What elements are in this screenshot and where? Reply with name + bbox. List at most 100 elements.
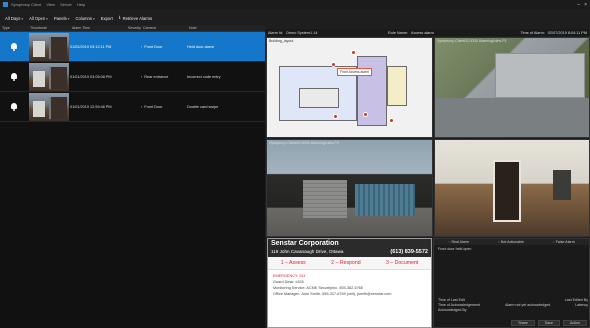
alarm-time-group: Time of Alarm: 02/07/2019 8:04:11 PM — [473, 31, 587, 35]
col-note[interactable]: Note — [187, 26, 265, 30]
table-header: Type Thumbnail Alarm Time Severity Camer… — [0, 25, 265, 32]
save-button[interactable]: Save — [537, 320, 560, 326]
table-row[interactable]: 01/02/2019 03:12:11 PM › Front Door Held … — [0, 32, 265, 62]
storage-containers — [355, 184, 415, 216]
ack-state: Latency — [575, 303, 588, 307]
share-button[interactable]: Share — [511, 320, 535, 326]
camera-marker-icon[interactable] — [389, 118, 394, 123]
export-button[interactable]: Export — [101, 16, 113, 21]
step-respond: 2 – Respond — [331, 260, 361, 266]
floor-plan-pane[interactable]: Building_layout Front Access alarm — [266, 37, 433, 138]
col-type[interactable]: Type — [0, 26, 28, 30]
alarm-thumbnail[interactable] — [29, 32, 69, 61]
note-cell: Held door alarm — [187, 44, 215, 49]
company-address: 119 John Cavanaugh Drive, Ottawa — [271, 249, 344, 254]
action-button[interactable]: Action — [563, 320, 587, 326]
menu-bar: Symphony Client View Server Help — [11, 2, 89, 7]
rule-name-label: Rule Name: — [388, 30, 409, 35]
app-logo-icon — [3, 2, 8, 7]
arrow-icon: › — [141, 74, 143, 79]
alarm-time: 01/01/2019 03:05:08 PM — [70, 74, 112, 79]
alarm-time: 01/01/2019 12:59:46 PM — [70, 104, 112, 109]
download-icon: ⭳ — [118, 14, 121, 21]
col-severity[interactable]: Severity — [126, 26, 141, 30]
menu-view[interactable]: View — [46, 2, 55, 7]
note-cell: Incorrect code entry — [187, 74, 221, 79]
thumbnail-cell — [28, 62, 70, 91]
panels-dropdown[interactable]: Panels — [54, 16, 70, 21]
camera-marker-icon[interactable] — [331, 62, 336, 67]
plan-room — [357, 56, 387, 126]
company-name: Senstar Corporation — [268, 239, 431, 249]
alarm-table: Type Thumbnail Alarm Time Severity Camer… — [0, 25, 265, 328]
menu-server[interactable]: Server — [60, 2, 72, 7]
rule-name-value: Access alarm — [411, 30, 434, 35]
alarm-time-label: Time of Alarm: — [520, 30, 545, 35]
building-roof — [495, 53, 585, 98]
camera-name: Front Door — [144, 104, 163, 109]
detail-buttons: Share Save Action — [511, 320, 587, 326]
table-row[interactable]: 01/01/2019 12:59:46 PM › Front Door Doubl… — [0, 92, 265, 122]
sop-body: EMERGENCY: 911 Guard Desk: x328 Monitori… — [268, 270, 431, 300]
rule-name-group: Rule Name: Access alarm — [388, 31, 473, 35]
camera-cell: › Front Door — [141, 45, 187, 49]
sop-steps: 1 – Assess 2 – Respond 3 – Document — [268, 257, 431, 270]
arrow-icon: › — [141, 44, 143, 49]
columns-dropdown[interactable]: Columns — [75, 16, 94, 21]
floor-plan: Front Access alarm — [279, 48, 419, 133]
bell-icon — [10, 102, 18, 111]
type-cell — [0, 72, 28, 81]
hallway-door — [493, 160, 521, 222]
step-assess: 1 – Assess — [280, 260, 306, 266]
camera-cell: › Rear entrance — [141, 75, 187, 79]
close-icon[interactable]: × — [584, 2, 587, 8]
thumbnail-cell — [28, 92, 70, 121]
type-cell — [0, 42, 28, 51]
camera-pane-1[interactable]: Symphony-Client02-0005-Alarmlog/view-P1 — [434, 37, 590, 138]
menu-app[interactable]: Symphony Client — [11, 2, 41, 7]
company-phone: (613) 839-5572 — [390, 249, 428, 255]
alarm-time-value: 02/07/2019 8:04:11 PM — [547, 30, 587, 35]
alarm-thumbnail[interactable] — [29, 92, 69, 121]
retrieve-alarms-label: Retrieve Alarms — [122, 16, 153, 21]
ack-by-label: Acknowledged By — [438, 308, 467, 312]
camera-marker-icon[interactable] — [351, 50, 356, 55]
meta-row: Acknowledged By — [438, 308, 588, 313]
thumbnail-cell — [28, 32, 70, 61]
note-cell: Double card swipe — [187, 104, 219, 109]
minimize-icon[interactable]: – — [577, 2, 580, 8]
option-not-actionable[interactable]: Not Actionable — [498, 240, 524, 244]
ack-value: Alarm not yet acknowledged — [505, 303, 551, 307]
alarm-id-value: Demo System1.14 — [286, 30, 318, 35]
option-false-alarm[interactable]: False Alarm — [553, 240, 575, 244]
camera-pane-3[interactable]: Symphony-Client02-0005-Alarmlog/view-P4 — [434, 139, 590, 237]
col-alarm-time[interactable]: Alarm Time — [70, 26, 126, 30]
title-bar: Symphony Client View Server Help – × — [0, 0, 590, 9]
col-thumbnail[interactable]: Thumbnail — [28, 26, 70, 30]
retrieve-alarms-button[interactable]: ⭳ Retrieve Alarms — [119, 15, 152, 23]
camera-marker-icon[interactable] — [363, 112, 368, 117]
alarm-info-header: Alarm Id: Demo System1.14 Rule Name: Acc… — [265, 29, 590, 36]
bell-icon — [10, 42, 18, 51]
camera-pane-2[interactable]: Symphony-Client02-0005-Alarmlog/view-P3 — [266, 139, 433, 237]
camera-name: Front Door — [144, 44, 163, 49]
table-row[interactable]: 01/01/2019 03:05:08 PM › Rear entrance In… — [0, 62, 265, 92]
alarm-description[interactable]: Front door held open — [434, 245, 589, 253]
col-camera[interactable]: Camera — [141, 26, 187, 30]
camera-marker-icon[interactable] — [333, 114, 338, 119]
alarm-meta: Time of Last Edit Last Edited By Time of… — [438, 298, 588, 313]
alarm-toolbar: All Days All Open Panels Columns Export … — [0, 14, 265, 23]
camera-cell: › Front Door — [141, 105, 187, 109]
camera-caption: Symphony-Client02-0005-Alarmlog/view-P3 — [269, 141, 339, 145]
office-manager: Office Manager: John Smith: 555-317-6769… — [273, 292, 392, 296]
garage-door — [303, 180, 347, 218]
alarm-time: 01/02/2019 03:12:11 PM — [70, 44, 112, 49]
all-days-dropdown[interactable]: All Days — [5, 16, 23, 21]
bell-icon — [10, 72, 18, 81]
camera-name: Rear entrance — [144, 74, 169, 79]
arrow-icon: › — [141, 104, 143, 109]
option-real-alarm[interactable]: Real Alarm — [448, 240, 469, 244]
alarm-thumbnail[interactable] — [29, 62, 69, 91]
all-open-dropdown[interactable]: All Open — [29, 16, 48, 21]
menu-help[interactable]: Help — [77, 2, 85, 7]
